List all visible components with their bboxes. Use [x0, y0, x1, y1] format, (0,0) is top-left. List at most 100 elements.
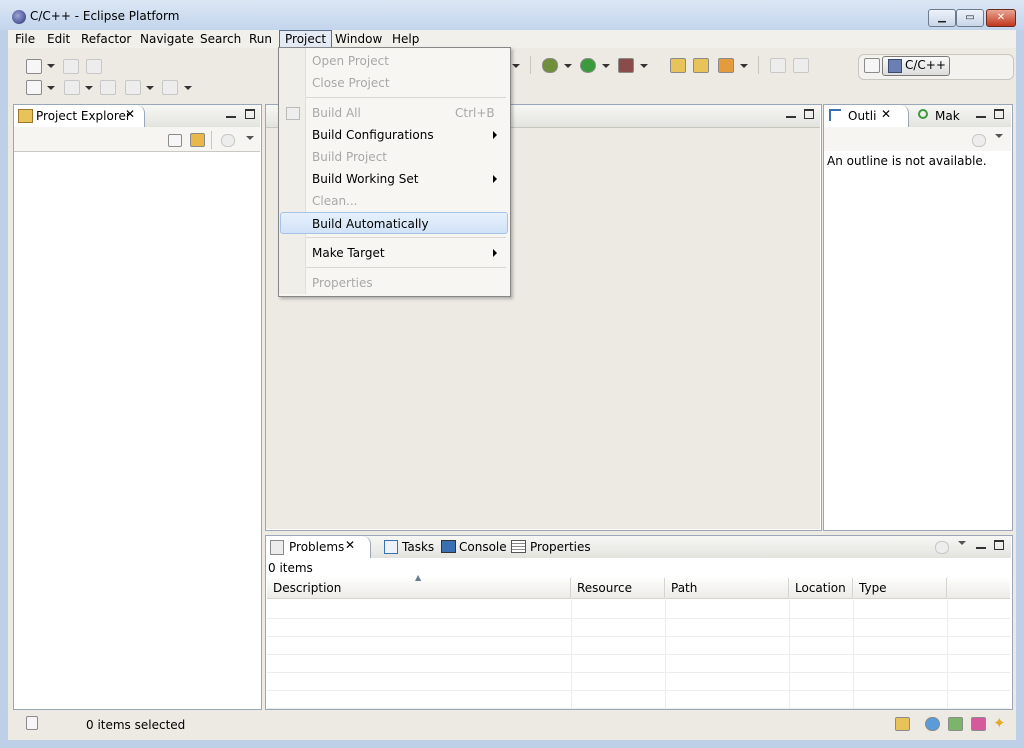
properties-icon — [511, 540, 526, 553]
globe-icon[interactable] — [925, 717, 940, 731]
open-folder-icon[interactable] — [693, 58, 709, 73]
menu-item-build-configurations[interactable]: Build Configurations — [280, 124, 508, 146]
maximize-icon[interactable] — [245, 109, 255, 119]
forward-icon[interactable] — [162, 80, 178, 95]
menu-separator — [306, 237, 506, 238]
menu-item-build-all[interactable]: Build All Ctrl+B — [280, 102, 508, 124]
chevron-down-icon[interactable] — [740, 64, 748, 68]
build-icon[interactable] — [718, 58, 734, 73]
menu-file[interactable]: File — [10, 30, 40, 48]
table-row — [267, 690, 1010, 709]
menu-item-build-working-set[interactable]: Build Working Set — [280, 168, 508, 190]
make-target-icon[interactable] — [918, 109, 928, 119]
external-tools-icon[interactable] — [618, 58, 634, 73]
table-row — [267, 654, 1010, 673]
view-menu-icon[interactable] — [958, 541, 966, 545]
palette-icon[interactable] — [971, 717, 986, 731]
menu-project[interactable]: Project — [279, 30, 333, 48]
maximize-icon[interactable] — [804, 109, 814, 119]
menu-item-accelerator: Ctrl+B — [455, 106, 495, 120]
filter-icon[interactable] — [972, 134, 986, 147]
menu-item-build-automatically[interactable]: Build Automatically — [280, 212, 508, 234]
block-selection-icon[interactable] — [793, 58, 809, 73]
submenu-arrow-icon — [493, 175, 497, 183]
menu-item-build-project[interactable]: Build Project — [280, 146, 508, 168]
menu-refactor[interactable]: Refactor — [76, 30, 136, 48]
chevron-down-icon[interactable] — [602, 64, 610, 68]
link-with-editor-icon[interactable] — [190, 133, 205, 147]
pilcrow-icon[interactable] — [770, 58, 786, 73]
prev-annotation-icon[interactable] — [64, 80, 80, 95]
filter-icon[interactable] — [221, 134, 235, 147]
menu-item-open-project[interactable]: Open Project — [280, 50, 508, 72]
toolbar-separator — [211, 131, 212, 149]
menu-edit[interactable]: Edit — [42, 30, 75, 48]
column-path[interactable]: Path — [665, 578, 789, 598]
close-window-button[interactable]: ✕ — [986, 9, 1016, 27]
chevron-down-icon[interactable] — [85, 86, 93, 90]
chevron-down-icon[interactable] — [47, 86, 55, 90]
tab-make-targets-label[interactable]: Mak — [935, 109, 960, 123]
column-location[interactable]: Location — [789, 578, 853, 598]
menu-item-properties[interactable]: Properties — [280, 272, 508, 294]
menu-item-make-target[interactable]: Make Target — [280, 242, 508, 264]
image-icon[interactable] — [948, 717, 963, 731]
close-icon[interactable]: ✕ — [345, 538, 355, 552]
print-icon[interactable] — [86, 59, 102, 74]
debug-icon[interactable] — [542, 58, 558, 73]
minimize-icon[interactable] — [226, 110, 236, 118]
trim-icon[interactable] — [895, 717, 910, 731]
fast-view-icon[interactable] — [26, 716, 38, 730]
chevron-down-icon[interactable] — [184, 86, 192, 90]
chevron-down-icon[interactable] — [146, 86, 154, 90]
minimize-window-button[interactable]: ▁ — [928, 9, 956, 27]
maximize-icon[interactable] — [994, 109, 1004, 119]
menu-window[interactable]: Window — [330, 30, 387, 48]
new-project-icon[interactable] — [670, 58, 686, 73]
open-perspective-icon[interactable] — [864, 58, 880, 73]
column-resource[interactable]: Resource — [571, 578, 665, 598]
project-explorer-panel — [13, 104, 262, 710]
menu-help[interactable]: Help — [387, 30, 424, 48]
cpp-perspective-icon — [888, 59, 902, 73]
tab-tasks[interactable]: Tasks — [402, 540, 434, 554]
status-text: 0 items selected — [86, 718, 186, 732]
filter-icon[interactable] — [935, 541, 949, 554]
column-divider — [853, 598, 854, 708]
chevron-down-icon[interactable] — [47, 64, 55, 68]
menu-item-clean[interactable]: Clean... — [280, 190, 508, 212]
last-edit-icon[interactable] — [100, 80, 116, 95]
back-icon[interactable] — [125, 80, 141, 95]
star-icon[interactable]: ✦ — [993, 714, 1006, 732]
minimize-icon[interactable] — [786, 110, 796, 118]
new-icon[interactable] — [26, 59, 42, 74]
tab-outline-label: Outli — [848, 109, 877, 123]
menu-item-close-project[interactable]: Close Project — [280, 72, 508, 94]
save-icon[interactable] — [63, 59, 79, 74]
maximize-window-button[interactable]: ▭ — [956, 9, 984, 27]
chevron-down-icon[interactable] — [512, 64, 520, 68]
menu-search[interactable]: Search — [195, 30, 246, 48]
table-row — [267, 600, 1010, 619]
tab-problems-label: Problems — [289, 540, 345, 554]
minimize-icon[interactable] — [976, 110, 986, 118]
view-menu-icon[interactable] — [995, 134, 1003, 138]
close-icon[interactable]: ✕ — [881, 107, 891, 121]
column-divider — [947, 598, 948, 708]
menu-navigate[interactable]: Navigate — [135, 30, 199, 48]
close-icon[interactable]: ✕ — [125, 107, 135, 121]
menu-run[interactable]: Run — [244, 30, 277, 48]
minimize-icon[interactable] — [976, 541, 986, 549]
column-divider — [789, 598, 790, 708]
run-icon[interactable] — [580, 58, 596, 73]
tab-console[interactable]: Console — [459, 540, 507, 554]
view-menu-icon[interactable] — [246, 136, 254, 140]
tab-properties[interactable]: Properties — [530, 540, 591, 554]
column-type[interactable]: Type — [853, 578, 947, 598]
menu-item-label: Close Project — [312, 76, 390, 90]
maximize-icon[interactable] — [994, 540, 1004, 550]
collapse-all-icon[interactable] — [168, 134, 182, 147]
chevron-down-icon[interactable] — [640, 64, 648, 68]
next-annotation-icon[interactable] — [26, 80, 42, 95]
chevron-down-icon[interactable] — [564, 64, 572, 68]
